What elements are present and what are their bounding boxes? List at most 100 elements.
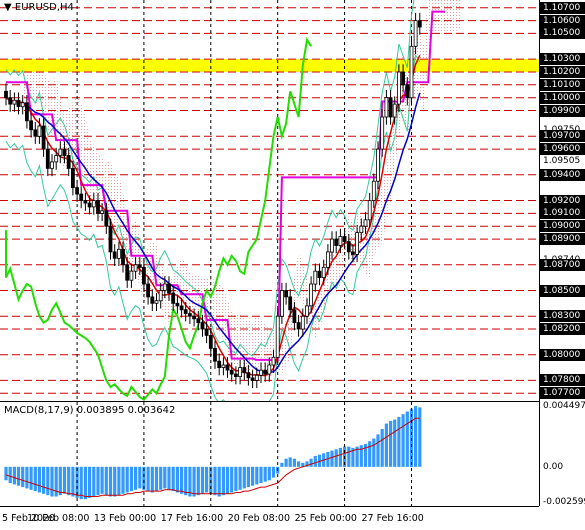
macd-histogram-bar xyxy=(234,466,238,492)
candle-body xyxy=(29,120,34,131)
price-chart-canvas[interactable] xyxy=(0,0,539,401)
macd-histogram-bar xyxy=(297,461,301,467)
price-label: 1.10000 xyxy=(540,91,585,104)
ichimoku-cloud xyxy=(22,0,462,379)
candle-body xyxy=(355,232,360,255)
macd-histogram-bar xyxy=(92,466,96,497)
candle-body xyxy=(58,148,63,156)
macd-panel[interactable]: MACD(8,17,9) 0.003895 0.003642 xyxy=(0,402,539,506)
price-label: 1.08500 xyxy=(540,284,585,297)
macd-histogram-bar xyxy=(263,466,267,482)
candle-body xyxy=(338,236,343,246)
macd-histogram-bar xyxy=(180,466,184,494)
candle-body xyxy=(334,238,339,246)
candle-body xyxy=(233,373,238,377)
candle-body xyxy=(317,270,322,279)
macd-histogram-bar xyxy=(12,466,16,485)
candle-body xyxy=(117,248,121,259)
candle-body xyxy=(50,161,54,169)
price-label: 1.09900 xyxy=(540,104,585,117)
macd-histogram-bar xyxy=(200,466,205,494)
time-axis[interactable]: 5 Feb 2020 10 Feb 08:00 13 Feb 00:00 17 Feb… xyxy=(0,506,539,530)
macd-histogram-bar xyxy=(146,466,150,492)
macd-histogram-bar xyxy=(67,466,71,496)
price-label: 1.10300 xyxy=(540,53,585,66)
macd-histogram-bar xyxy=(405,411,409,467)
candle-body xyxy=(71,167,75,189)
price-label: 1.08200 xyxy=(540,323,585,335)
macd-histogram-bar xyxy=(267,466,271,481)
price-label: 1.10100 xyxy=(540,78,585,91)
price-chart-panel[interactable]: ▼ EURUSD,H4 xyxy=(0,0,539,402)
candle-body xyxy=(384,97,389,118)
macd-canvas[interactable] xyxy=(0,402,539,506)
macd-histogram-bar xyxy=(16,466,21,486)
macd-histogram-bar xyxy=(280,462,284,467)
candle-body xyxy=(200,322,205,330)
macd-histogram-bar xyxy=(4,466,8,481)
candle-body xyxy=(87,202,92,208)
candle-body xyxy=(24,102,29,122)
candle-body xyxy=(330,238,334,253)
candle-body xyxy=(167,283,171,294)
candle-body xyxy=(292,309,297,324)
macd-histogram-bar xyxy=(138,466,142,489)
macd-histogram-bar xyxy=(309,458,313,467)
candle-body xyxy=(33,129,38,137)
macd-histogram-bar xyxy=(117,466,121,496)
macd-histogram-bar xyxy=(79,466,83,500)
candle-body xyxy=(305,305,309,317)
candle-body xyxy=(213,347,217,362)
candle-body xyxy=(363,219,368,227)
macd-axis-label: 0.00 xyxy=(543,461,564,472)
candle-body xyxy=(104,210,109,227)
macd-histogram-bar xyxy=(397,416,401,467)
price-label: 1.09400 xyxy=(540,168,585,181)
macd-histogram-bar xyxy=(213,466,217,496)
candle-body xyxy=(125,264,130,281)
candle-body xyxy=(83,200,88,204)
macd-histogram-bar xyxy=(205,466,209,493)
price-label: 1.07800 xyxy=(540,374,585,387)
macd-histogram-bar xyxy=(384,423,388,467)
candle-body xyxy=(129,270,134,281)
candle-body xyxy=(342,236,347,242)
macd-histogram-bar xyxy=(42,466,46,494)
candle-body xyxy=(409,45,414,99)
dropdown-arrow-icon[interactable]: ▼ xyxy=(4,2,12,13)
symbol-label: EURUSD,H4 xyxy=(14,2,74,13)
candle-body xyxy=(4,90,8,99)
candle-body xyxy=(325,251,330,268)
macd-histogram-bar xyxy=(389,420,393,467)
candle-body xyxy=(263,369,268,375)
macd-histogram-bar xyxy=(368,441,372,467)
macd-histogram-bar xyxy=(113,466,117,497)
candle-body xyxy=(171,292,176,304)
candle-body xyxy=(100,210,104,214)
chart-window[interactable]: ▼ EURUSD,H4 MACD(8,17,9) 0.003895 0.0036… xyxy=(0,0,585,530)
macd-histogram-bar xyxy=(334,449,338,467)
candle-body xyxy=(321,266,326,278)
macd-histogram-bar xyxy=(21,466,25,488)
macd-histogram-bar xyxy=(288,457,292,467)
symbol-title: ▼ EURUSD,H4 xyxy=(4,2,74,13)
candle-body xyxy=(20,102,25,108)
candle-body xyxy=(146,283,151,298)
macd-histogram-bar xyxy=(259,466,263,483)
macd-histogram-bar xyxy=(251,466,255,486)
candle-body xyxy=(108,225,113,253)
price-axis[interactable]: 1.10700 1.10600 1.10500 1.10300 1.10200 1.101… xyxy=(539,0,585,507)
candle-body xyxy=(79,193,84,201)
macd-histogram-bar xyxy=(246,466,250,488)
macd-histogram-bar xyxy=(242,466,246,489)
candle-body xyxy=(275,315,280,358)
macd-histogram-bar xyxy=(96,466,100,496)
macd-histogram-bar xyxy=(46,466,50,496)
candle-body xyxy=(246,372,251,379)
macd-histogram-bar xyxy=(347,446,351,467)
price-label: 1.09200 xyxy=(540,194,585,207)
macd-histogram-bar xyxy=(88,466,92,498)
candle-body xyxy=(346,241,351,253)
candle-body xyxy=(350,251,355,255)
macd-histogram-bar xyxy=(125,466,129,493)
